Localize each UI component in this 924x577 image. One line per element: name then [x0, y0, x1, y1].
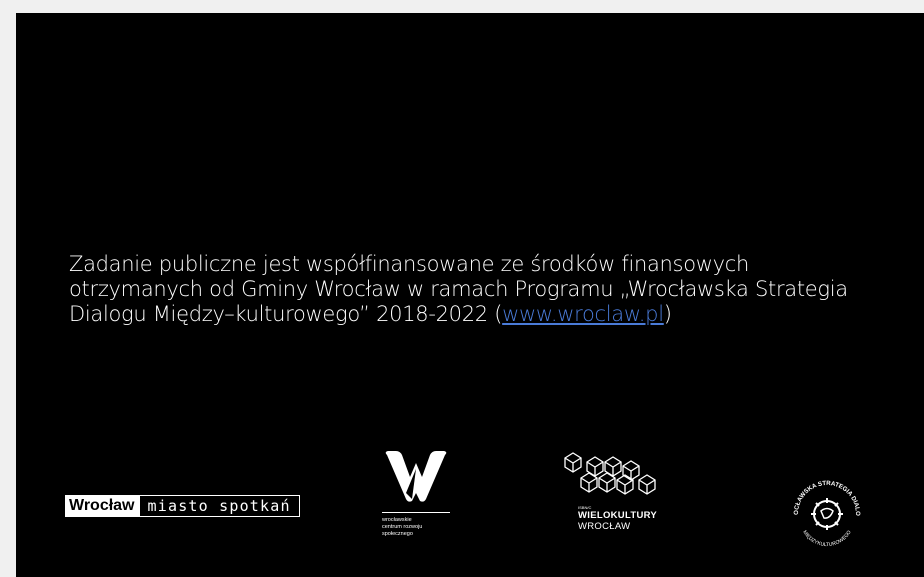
wcrs-logo-text: wrocławskie centrum rozwoju społecznego: [382, 517, 423, 537]
slide: Zadanie publiczne jest współfinansowane …: [16, 13, 924, 577]
statement-text: Zadanie publiczne jest współfinansowane …: [69, 252, 848, 326]
wroclaw-website-link[interactable]: www.wroclaw.pl: [502, 302, 664, 326]
wroclaw-logo-name: Wrocław: [65, 495, 139, 517]
wielokultury-title: WIELOKULTURY: [578, 510, 658, 521]
wcrs-logo: wrocławskie centrum rozwoju społecznego: [382, 449, 452, 538]
cubes-icon: [564, 452, 656, 495]
gear-icon: [811, 498, 843, 530]
wielokultury-city: WROCŁAW: [578, 521, 631, 532]
wroclaw-miasto-spotkan-logo: Wrocław miasto spotkań: [65, 495, 300, 517]
funding-statement: Zadanie publiczne jest współfinansowane …: [69, 252, 879, 327]
strategy-bottom-text: MIĘDZYKULTUROWEGO: [801, 529, 852, 548]
statement-text-end: ): [663, 302, 672, 326]
strategy-dialogue-logo: WROCŁAWSKA STRATEGIA DIALOGU MIĘDZYKULTU…: [786, 473, 861, 548]
wroclaw-logo-tagline: miasto spotkań: [138, 495, 300, 517]
wielokultury-logo: ISBN/C WIELOKULTURY WROCŁAW: [561, 450, 671, 532]
wcrs-w-icon: [385, 451, 447, 502]
